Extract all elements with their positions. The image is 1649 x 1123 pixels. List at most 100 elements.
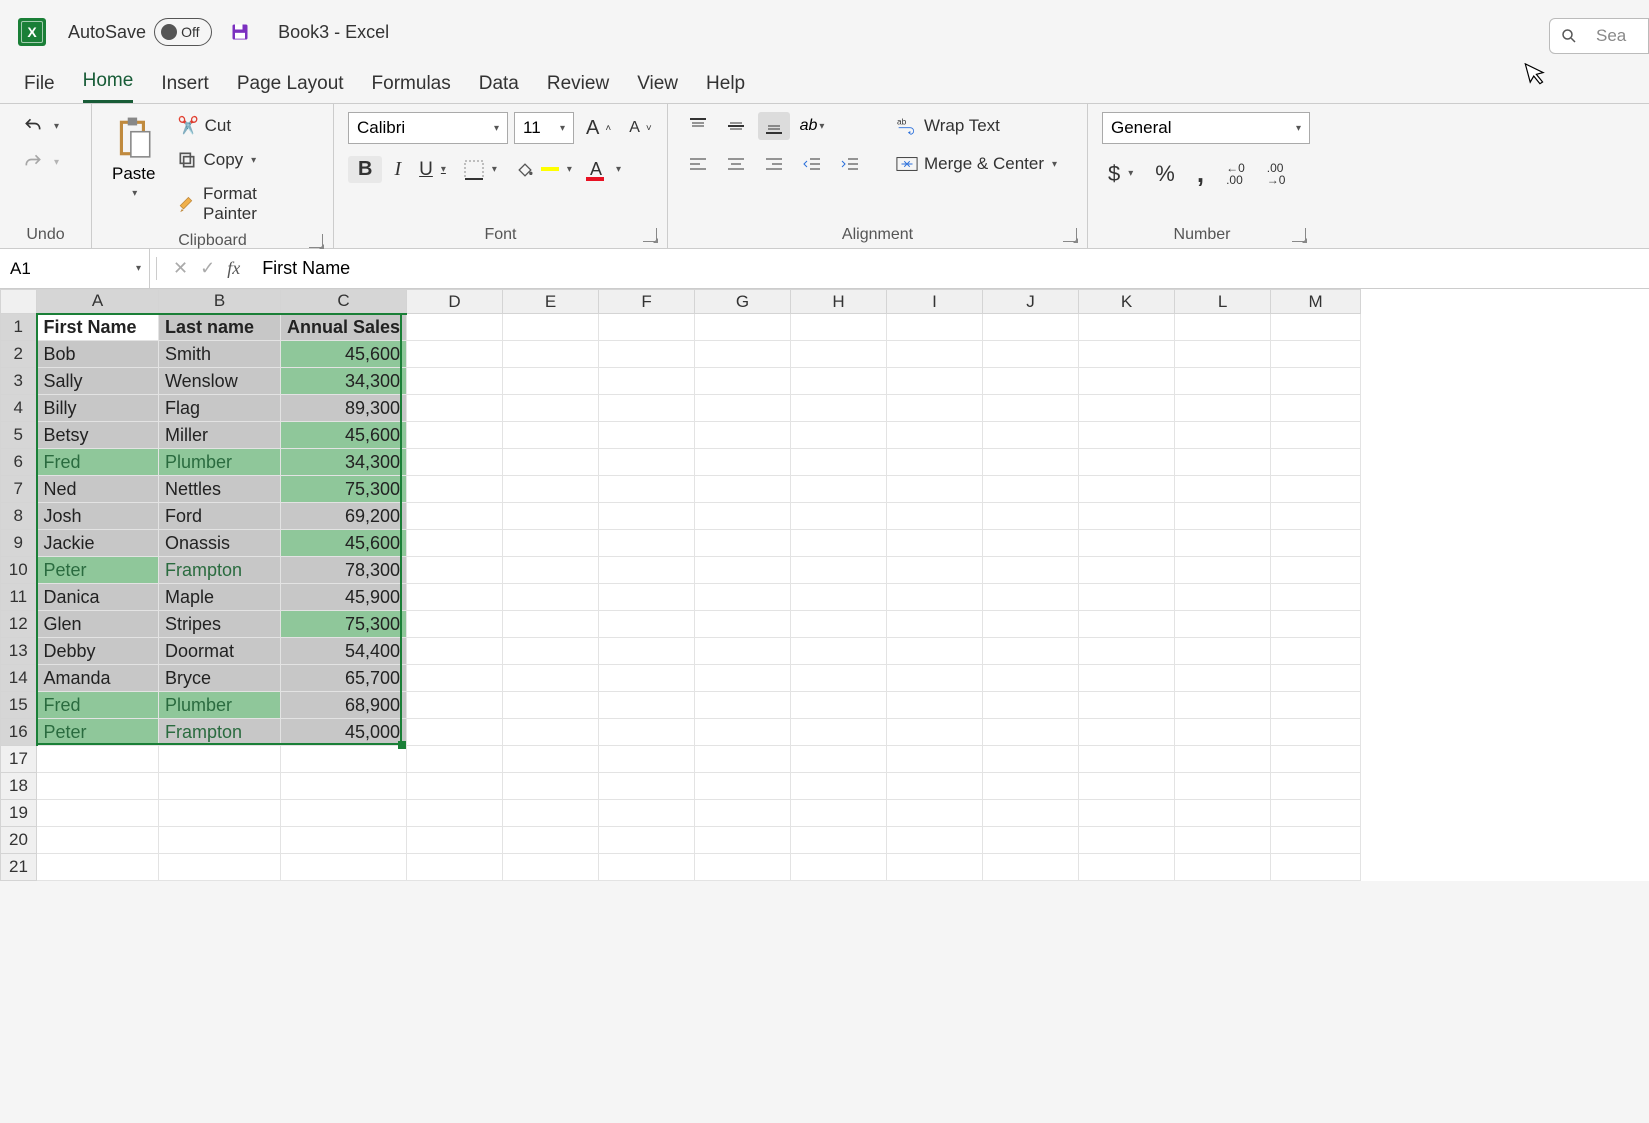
empty-cell[interactable] (1271, 368, 1361, 395)
column-header[interactable]: H (791, 290, 887, 314)
align-right-button[interactable] (758, 150, 790, 178)
column-header[interactable]: I (887, 290, 983, 314)
empty-cell[interactable] (887, 800, 983, 827)
data-cell[interactable]: Danica (37, 584, 159, 611)
spreadsheet-grid[interactable]: ABCDEFGHIJKLM1First NameLast nameAnnual … (0, 289, 1649, 881)
empty-cell[interactable] (791, 449, 887, 476)
empty-cell[interactable] (503, 395, 599, 422)
empty-cell[interactable] (407, 503, 503, 530)
empty-cell[interactable] (281, 854, 407, 881)
empty-cell[interactable] (887, 557, 983, 584)
data-cell[interactable]: Ned (37, 476, 159, 503)
paste-button[interactable]: Paste ▾ (106, 112, 161, 203)
empty-cell[interactable] (983, 800, 1079, 827)
merge-center-button[interactable]: Merge & Center ▾ (890, 150, 1063, 178)
empty-cell[interactable] (407, 395, 503, 422)
data-cell[interactable]: Flag (159, 395, 281, 422)
empty-cell[interactable] (1175, 800, 1271, 827)
empty-cell[interactable] (887, 530, 983, 557)
select-all-corner[interactable] (1, 290, 37, 314)
row-header[interactable]: 11 (1, 584, 37, 611)
empty-cell[interactable] (1271, 719, 1361, 746)
data-cell[interactable]: Amanda (37, 665, 159, 692)
empty-cell[interactable] (599, 530, 695, 557)
empty-cell[interactable] (1175, 611, 1271, 638)
column-header[interactable]: K (1079, 290, 1175, 314)
empty-cell[interactable] (599, 854, 695, 881)
dialog-launcher-icon[interactable] (1063, 228, 1077, 242)
empty-cell[interactable] (1175, 557, 1271, 584)
empty-cell[interactable] (407, 638, 503, 665)
empty-cell[interactable] (791, 584, 887, 611)
empty-cell[interactable] (983, 314, 1079, 341)
empty-cell[interactable] (37, 773, 159, 800)
empty-cell[interactable] (1271, 557, 1361, 584)
empty-cell[interactable] (1079, 638, 1175, 665)
empty-cell[interactable] (887, 341, 983, 368)
align-left-button[interactable] (682, 150, 714, 178)
empty-cell[interactable] (983, 449, 1079, 476)
empty-cell[interactable] (407, 746, 503, 773)
decrease-font-button[interactable]: A˅ (623, 115, 658, 141)
column-header[interactable]: F (599, 290, 695, 314)
cut-button[interactable]: ✂️ Cut (171, 112, 319, 140)
empty-cell[interactable] (1079, 773, 1175, 800)
row-header[interactable]: 13 (1, 638, 37, 665)
data-cell[interactable]: 89,300 (281, 395, 407, 422)
data-cell[interactable]: Ford (159, 503, 281, 530)
empty-cell[interactable] (791, 719, 887, 746)
undo-button[interactable]: ▾ (14, 112, 65, 140)
empty-cell[interactable] (503, 476, 599, 503)
empty-cell[interactable] (599, 638, 695, 665)
empty-cell[interactable] (159, 800, 281, 827)
empty-cell[interactable] (1079, 665, 1175, 692)
empty-cell[interactable] (503, 584, 599, 611)
empty-cell[interactable] (887, 368, 983, 395)
empty-cell[interactable] (695, 827, 791, 854)
percent-button[interactable]: % (1149, 154, 1181, 193)
empty-cell[interactable] (791, 557, 887, 584)
empty-cell[interactable] (887, 584, 983, 611)
empty-cell[interactable] (983, 638, 1079, 665)
empty-cell[interactable] (159, 854, 281, 881)
empty-cell[interactable] (503, 773, 599, 800)
empty-cell[interactable] (503, 692, 599, 719)
empty-cell[interactable] (599, 368, 695, 395)
row-header[interactable]: 2 (1, 341, 37, 368)
underline-button[interactable]: U▾ (413, 155, 452, 185)
data-cell[interactable]: Debby (37, 638, 159, 665)
column-header[interactable]: B (159, 290, 281, 314)
empty-cell[interactable] (37, 746, 159, 773)
empty-cell[interactable] (695, 692, 791, 719)
tab-file[interactable]: File (24, 73, 55, 103)
empty-cell[interactable] (1271, 530, 1361, 557)
empty-cell[interactable] (791, 665, 887, 692)
tab-page-layout[interactable]: Page Layout (237, 73, 344, 103)
data-cell[interactable]: Fred (37, 692, 159, 719)
empty-cell[interactable] (695, 530, 791, 557)
empty-cell[interactable] (983, 854, 1079, 881)
empty-cell[interactable] (1079, 800, 1175, 827)
empty-cell[interactable] (791, 746, 887, 773)
empty-cell[interactable] (887, 719, 983, 746)
empty-cell[interactable] (791, 368, 887, 395)
save-icon[interactable] (230, 22, 250, 42)
empty-cell[interactable] (1175, 476, 1271, 503)
row-header[interactable]: 3 (1, 368, 37, 395)
empty-cell[interactable] (695, 314, 791, 341)
empty-cell[interactable] (695, 773, 791, 800)
empty-cell[interactable] (1079, 557, 1175, 584)
empty-cell[interactable] (695, 665, 791, 692)
empty-cell[interactable] (1079, 746, 1175, 773)
empty-cell[interactable] (599, 395, 695, 422)
empty-cell[interactable] (1175, 422, 1271, 449)
data-cell[interactable]: 34,300 (281, 449, 407, 476)
empty-cell[interactable] (983, 476, 1079, 503)
tab-help[interactable]: Help (706, 73, 745, 103)
row-header[interactable]: 9 (1, 530, 37, 557)
empty-cell[interactable] (407, 773, 503, 800)
empty-cell[interactable] (407, 665, 503, 692)
align-center-button[interactable] (720, 150, 752, 178)
data-cell[interactable]: Peter (37, 719, 159, 746)
decrease-decimal-button[interactable]: .00→0 (1261, 154, 1292, 193)
